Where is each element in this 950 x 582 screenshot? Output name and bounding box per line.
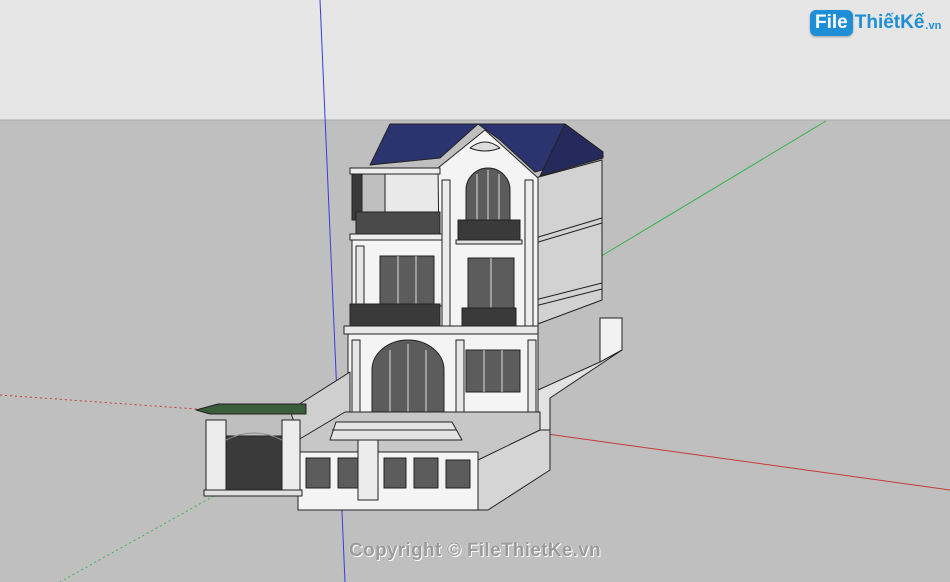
- balcony-2f: [349, 303, 441, 327]
- sketchup-viewport[interactable]: File ThiếtKế .vn Copyright © FileThietKe…: [0, 0, 950, 582]
- logo-file-text: File: [810, 10, 853, 36]
- terrace-railing: [355, 211, 441, 235]
- entrance-steps: [329, 421, 463, 441]
- rear-wall: [384, 167, 441, 216]
- gate: [225, 435, 283, 491]
- window-right-gf: [465, 349, 521, 393]
- side-wall: [534, 159, 603, 326]
- terrace-pergola: [349, 167, 441, 175]
- balcony-2f-right: [461, 307, 517, 329]
- 3d-model-scene[interactable]: [0, 0, 950, 582]
- top-balcony: [457, 219, 521, 243]
- gate-pillar-right: [281, 419, 301, 495]
- sky: [0, 0, 950, 120]
- copyright-watermark: Copyright © FileThietKe.vn: [349, 540, 601, 561]
- logo-thietke-text: ThiếtKế: [854, 12, 925, 33]
- gate-pillar-left: [205, 419, 227, 495]
- window-left-2f: [379, 255, 435, 307]
- logo-vn-text: .vn: [925, 20, 942, 32]
- filethietke-logo: File ThiếtKế .vn: [810, 10, 941, 36]
- gate-roof: [195, 403, 307, 415]
- fence-pillar: [357, 439, 379, 501]
